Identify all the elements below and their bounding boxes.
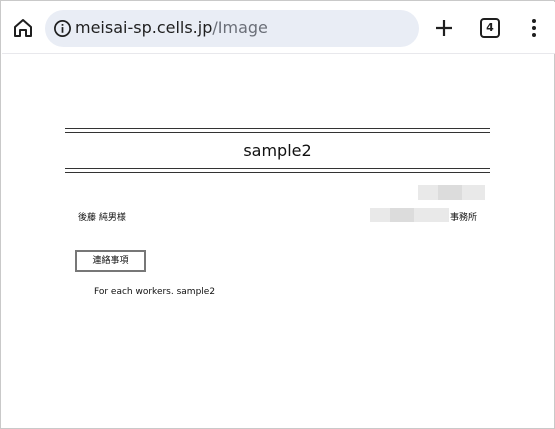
title-rule-bottom-2 — [65, 172, 490, 173]
title-rule-top-1 — [65, 128, 490, 129]
recipient-name: 後藤 純男様 — [78, 213, 126, 223]
page-title: sample2 — [243, 141, 312, 160]
new-tab-icon[interactable] — [432, 16, 456, 40]
title-rule-bottom-1 — [65, 168, 490, 169]
tab-switcher-button[interactable]: 4 — [480, 18, 500, 38]
redacted-block-office-inner — [390, 208, 414, 222]
office-suffix: 事務所 — [450, 213, 478, 223]
url-host: meisai-sp.cells.jp — [75, 18, 213, 37]
home-icon[interactable] — [11, 16, 35, 40]
title-rule-top-2 — [65, 132, 490, 133]
note-text: For each workers. sample2 — [94, 287, 216, 297]
url-path: /Image — [212, 18, 268, 37]
browser-frame: meisai-sp.cells.jp/Image 4 sample2 後藤 純男… — [0, 0, 555, 429]
browser-toolbar: meisai-sp.cells.jp/Image 4 — [2, 2, 555, 54]
redacted-block-date-inner — [438, 185, 462, 200]
overflow-menu-icon[interactable] — [526, 16, 542, 40]
info-icon[interactable] — [53, 19, 72, 38]
address-bar[interactable]: meisai-sp.cells.jp/Image — [45, 10, 419, 47]
contact-notes-button[interactable]: 連絡事項 — [75, 250, 146, 272]
document-page: sample2 後藤 純男様 事務所 連絡事項 For each workers… — [1, 54, 555, 429]
url-text[interactable]: meisai-sp.cells.jp/Image — [75, 18, 268, 38]
